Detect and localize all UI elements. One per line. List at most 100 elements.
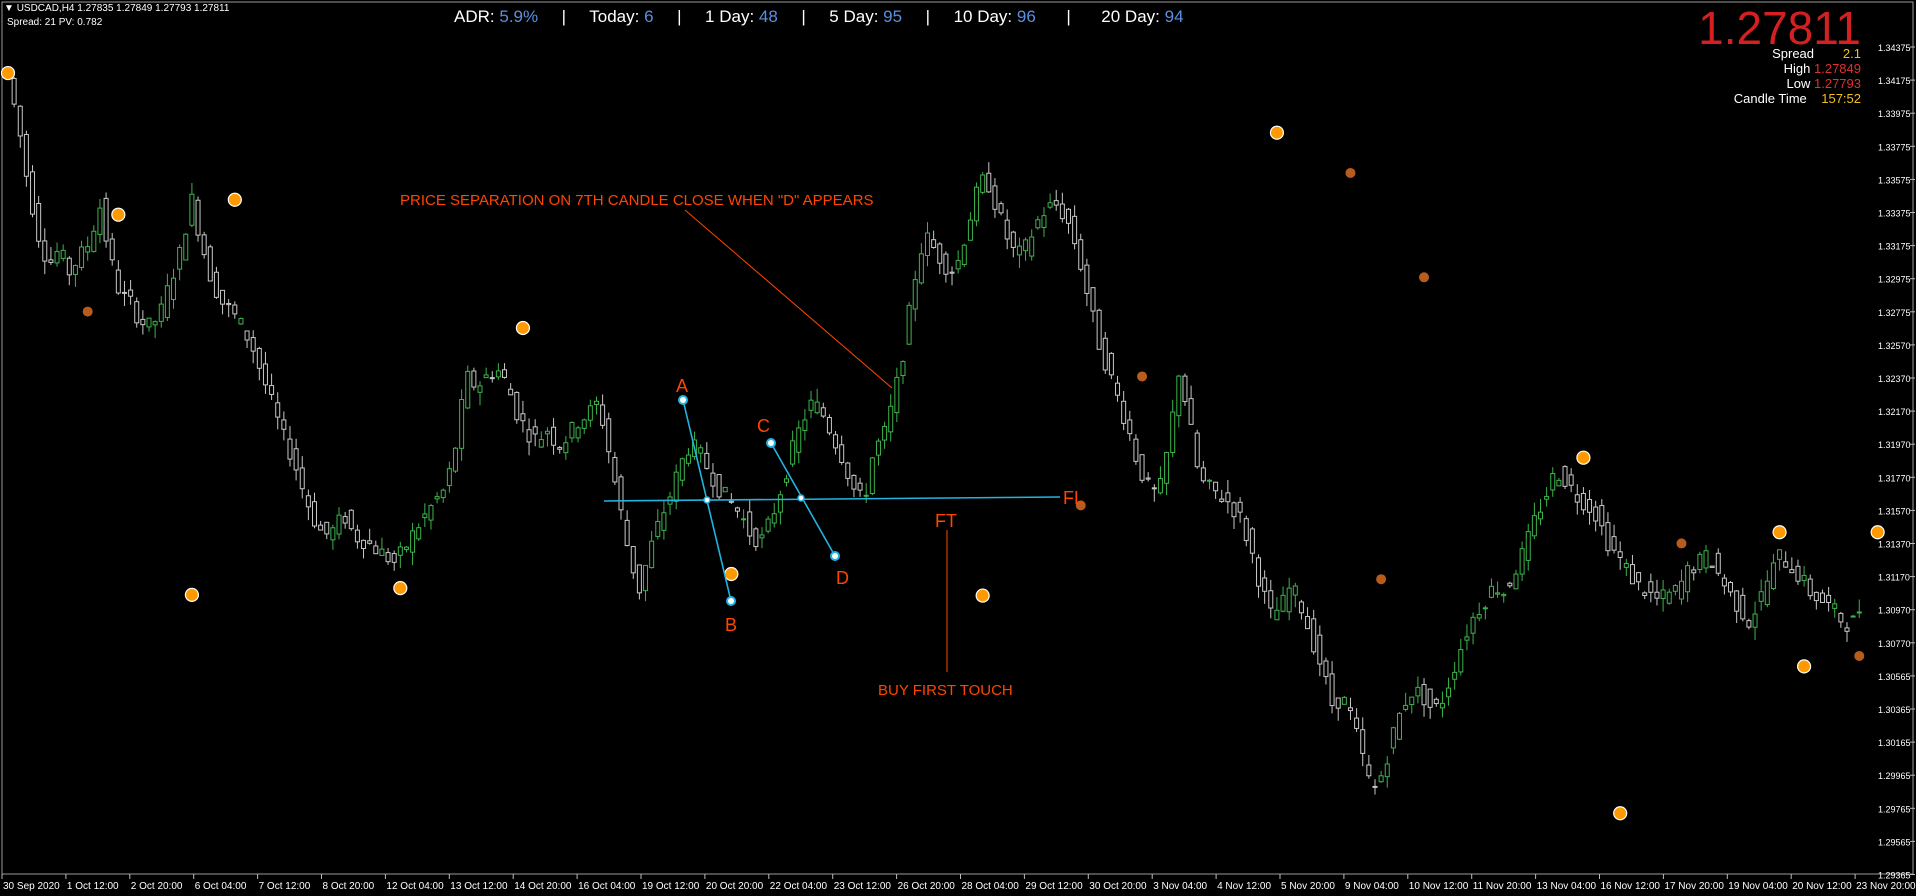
- candle-body: [244, 330, 250, 341]
- dropdown-triangle-icon[interactable]: ▼: [4, 3, 14, 14]
- candle-body: [434, 496, 440, 500]
- candle-body: [1678, 580, 1684, 600]
- price-tick-label: 1.29565: [1878, 837, 1911, 847]
- candle-body: [256, 347, 262, 369]
- candle-body: [612, 457, 618, 483]
- candle-body: [177, 246, 183, 270]
- time-tick-label: 19 Nov 04:00: [1728, 881, 1788, 892]
- adr-separator: |: [1066, 7, 1071, 26]
- candle-body: [471, 370, 477, 388]
- candle-body: [673, 471, 679, 502]
- candle-body: [759, 534, 765, 539]
- candle-body: [1164, 452, 1170, 484]
- candle-body: [1384, 763, 1390, 778]
- candle-body: [30, 171, 36, 215]
- candle-body: [918, 253, 924, 284]
- candle-body: [1752, 613, 1758, 628]
- time-tick-label: 29 Oct 12:00: [1025, 881, 1083, 892]
- candle-body: [839, 444, 845, 463]
- candle-body: [171, 277, 177, 301]
- adr-separator: |: [677, 7, 682, 26]
- candle-body: [1378, 775, 1384, 783]
- candle-body: [1746, 620, 1752, 628]
- candle-body: [1151, 487, 1157, 490]
- candle-body: [636, 564, 642, 594]
- candle-body: [1016, 245, 1022, 256]
- point-b-marker: [726, 596, 736, 606]
- price-tick-label: 1.29765: [1878, 804, 1911, 814]
- candle-body: [1636, 572, 1642, 583]
- point-a-marker: [678, 395, 688, 405]
- candle-body: [201, 234, 207, 256]
- candle-body: [1157, 478, 1163, 494]
- candle-body: [581, 419, 587, 429]
- time-tick-label: 17 Nov 20:00: [1664, 881, 1724, 892]
- candle-body: [925, 232, 930, 257]
- candle-body: [1458, 649, 1464, 673]
- price-tick-label: 1.31370: [1878, 540, 1911, 550]
- candle-body: [54, 251, 60, 264]
- candle-body: [1427, 688, 1433, 708]
- time-tick-label: 13 Nov 04:00: [1537, 881, 1597, 892]
- time-tick-label: 23 Oct 12:00: [834, 881, 892, 892]
- candle-body: [312, 501, 317, 527]
- low-info: Low 1.27793: [1787, 76, 1861, 91]
- candle-body: [121, 291, 127, 294]
- candle-body: [232, 304, 238, 315]
- candle-body: [1127, 419, 1133, 435]
- candle-body: [974, 186, 980, 222]
- candle-body: [1654, 591, 1660, 599]
- candle-body: [557, 447, 563, 450]
- candle-body: [103, 197, 109, 242]
- time-tick-label: 12 Oct 04:00: [386, 881, 444, 892]
- candle-body: [416, 527, 422, 540]
- candle-body: [446, 468, 452, 487]
- candle-body: [1010, 231, 1016, 248]
- candle-body: [967, 219, 973, 241]
- candle-body: [1231, 502, 1237, 518]
- candle-body: [888, 405, 894, 433]
- candle-body: [753, 528, 759, 548]
- candle-body: [1298, 601, 1304, 614]
- candle-body: [1225, 492, 1231, 503]
- time-tick-label: 9 Nov 04:00: [1345, 881, 1399, 892]
- candle-body: [262, 363, 268, 386]
- candle-body: [459, 398, 465, 449]
- candle-body: [593, 400, 599, 406]
- price-chart[interactable]: PRICE SEPARATION ON 7TH CANDLE CLOSE WHE…: [0, 0, 1916, 896]
- candle-body: [226, 302, 232, 306]
- candle-body: [1415, 686, 1421, 697]
- candle-body: [1305, 616, 1311, 630]
- candle-body: [1047, 202, 1053, 208]
- time-tick-label: 16 Nov 12:00: [1601, 881, 1661, 892]
- fractal-marker: [1772, 525, 1787, 540]
- candle-body: [569, 422, 575, 439]
- candle-body: [1084, 264, 1090, 294]
- candle-body: [1611, 536, 1617, 551]
- candle-body: [502, 369, 508, 378]
- candle-body: [1826, 594, 1832, 604]
- candle-body: [1341, 696, 1347, 705]
- candle-body: [213, 271, 219, 298]
- candle-body: [66, 257, 72, 276]
- candle-body: [532, 426, 538, 435]
- candle-body: [790, 440, 796, 465]
- candle-body: [1623, 563, 1629, 568]
- candle-body: [1280, 594, 1286, 612]
- candle-body: [48, 259, 54, 263]
- day5-value: 95: [883, 7, 903, 26]
- candle-body: [11, 77, 17, 105]
- candle-body: [1562, 466, 1568, 487]
- price-tick-label: 1.31170: [1878, 573, 1910, 583]
- time-tick-label: 6 Oct 04:00: [195, 881, 247, 892]
- label-fl: FL: [1063, 488, 1084, 508]
- day10-label: 10 Day:: [953, 7, 1013, 26]
- candle-body: [771, 513, 777, 524]
- candle-body: [109, 238, 115, 261]
- candle-body: [1519, 548, 1525, 575]
- candle-body: [1121, 400, 1127, 424]
- candle-body: [661, 512, 667, 531]
- candle-body: [128, 289, 134, 297]
- spread-info-value: 2.1: [1842, 46, 1861, 61]
- candle-body: [330, 527, 336, 541]
